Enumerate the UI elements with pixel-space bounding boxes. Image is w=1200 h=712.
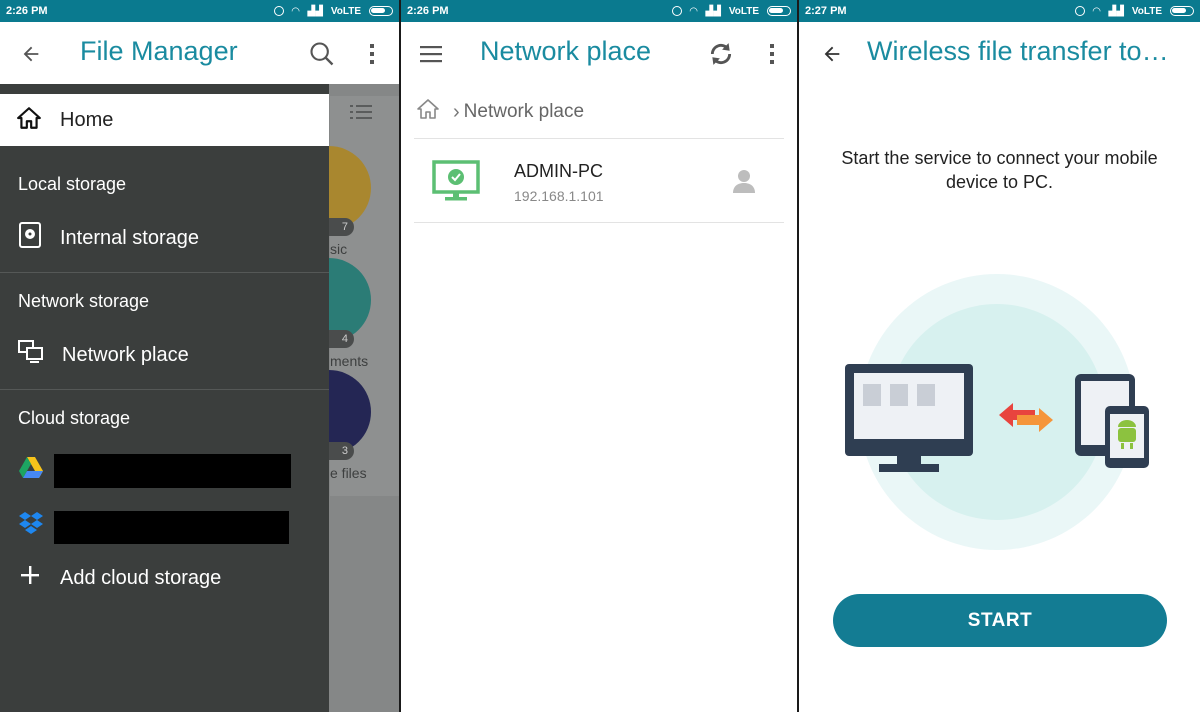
back-arrow-icon[interactable] — [817, 39, 847, 69]
google-drive-icon — [18, 456, 44, 486]
add-icon — [18, 563, 42, 593]
drawer-item-label: Internal storage — [60, 226, 199, 249]
computer-online-icon — [432, 160, 480, 207]
section-title-cloud-storage: Cloud storage — [18, 408, 131, 428]
battery-icon — [369, 6, 393, 16]
start-button[interactable]: START — [833, 594, 1167, 647]
redacted-account — [54, 454, 291, 488]
archive-label: e files — [330, 465, 367, 481]
status-icons: ◠ ▟▟ VoLTE — [671, 5, 791, 17]
home-icon — [16, 105, 42, 136]
status-bar: 2:26 PM ◠ ▟▟ VoLTE — [0, 0, 399, 22]
breadcrumb: › Network place — [415, 92, 584, 132]
app-bar: Wireless file transfer to… — [799, 22, 1200, 84]
wifi-icon: ◠ — [1092, 5, 1101, 17]
status-icons: ◠ ▟▟ VoLTE — [273, 5, 393, 17]
signal-icon: ▟▟ — [705, 5, 721, 17]
back-arrow-icon[interactable] — [16, 39, 46, 69]
sync-status-icon — [1074, 6, 1085, 16]
status-icons: ◠ ▟▟ VoLTE — [1074, 5, 1194, 17]
drawer-item-home[interactable]: Home — [0, 94, 329, 146]
drawer-item-label: Network place — [62, 343, 189, 366]
dropbox-icon — [18, 511, 44, 541]
navigation-drawer: Home Local storage Internal storage Netw… — [0, 84, 329, 712]
divider — [414, 222, 784, 223]
battery-icon — [767, 6, 791, 16]
network-place-icon — [18, 340, 44, 370]
status-time: 2:26 PM — [407, 5, 449, 17]
search-icon[interactable] — [306, 38, 338, 70]
network-place-panel: 2:26 PM ◠ ▟▟ VoLTE Network place › Netwo… — [401, 0, 797, 712]
network-type: VoLTE — [330, 5, 361, 17]
section-title-network-storage: Network storage — [18, 291, 150, 311]
list-item-admin-pc[interactable]: ADMIN-PC 192.168.1.101 — [414, 140, 784, 222]
device-name: ADMIN-PC — [514, 161, 603, 181]
app-title: Wireless file transfer to… — [867, 36, 1169, 66]
device-ip: 192.168.1.101 — [514, 188, 604, 204]
chevron-right-icon: › — [453, 100, 460, 123]
network-type: VoLTE — [728, 5, 759, 17]
drawer-item-label: Home — [60, 108, 114, 131]
more-vert-icon[interactable] — [362, 38, 382, 70]
app-title: File Manager — [80, 36, 238, 66]
battery-icon — [1170, 6, 1194, 16]
list-view-icon — [346, 98, 376, 126]
internal-storage-icon — [18, 222, 42, 254]
documents-label: ments — [330, 353, 369, 369]
user-account-icon[interactable] — [732, 168, 756, 199]
instruction-text: Start the service to connect your mobile… — [841, 148, 1158, 192]
app-title: Network place — [480, 36, 652, 66]
status-time: 2:27 PM — [805, 5, 847, 17]
menu-icon[interactable] — [417, 40, 445, 68]
status-bar: 2:26 PM ◠ ▟▟ VoLTE — [401, 0, 797, 22]
more-vert-icon[interactable] — [762, 38, 782, 70]
home-breadcrumb-icon[interactable] — [415, 97, 441, 127]
status-bar: 2:27 PM ◠ ▟▟ VoLTE — [799, 0, 1200, 22]
sync-status-icon — [671, 6, 682, 16]
wifi-icon: ◠ — [689, 5, 698, 17]
drawer-item-internal-storage[interactable]: Internal storage — [0, 218, 329, 258]
breadcrumb-current: Network place — [463, 101, 585, 122]
drawer-item-add-cloud-storage[interactable]: Add cloud storage — [0, 558, 329, 598]
sync-status-icon — [273, 6, 284, 16]
wireless-transfer-panel: 2:27 PM ◠ ▟▟ VoLTE Wireless file transfe… — [799, 0, 1200, 712]
signal-icon: ▟▟ — [1108, 5, 1124, 17]
redacted-account — [54, 511, 289, 544]
section-title-local-storage: Local storage — [18, 174, 127, 194]
status-time: 2:26 PM — [6, 5, 48, 17]
music-label: sic — [330, 241, 348, 257]
signal-icon: ▟▟ — [307, 5, 323, 17]
divider — [0, 389, 329, 390]
app-bar: Network place — [401, 22, 797, 84]
divider — [414, 138, 784, 139]
drawer-item-network-place[interactable]: Network place — [0, 335, 329, 375]
drawer-item-label: Add cloud storage — [60, 566, 222, 589]
wifi-icon: ◠ — [291, 5, 300, 17]
refresh-icon[interactable] — [705, 38, 737, 70]
file-manager-panel: 2:26 PM ◠ ▟▟ VoLTE File Manager 7 sic 4 … — [0, 0, 399, 712]
network-type: VoLTE — [1131, 5, 1162, 17]
pc-to-phone-illustration — [839, 270, 1159, 565]
divider — [0, 272, 329, 273]
app-bar: File Manager — [0, 22, 399, 84]
